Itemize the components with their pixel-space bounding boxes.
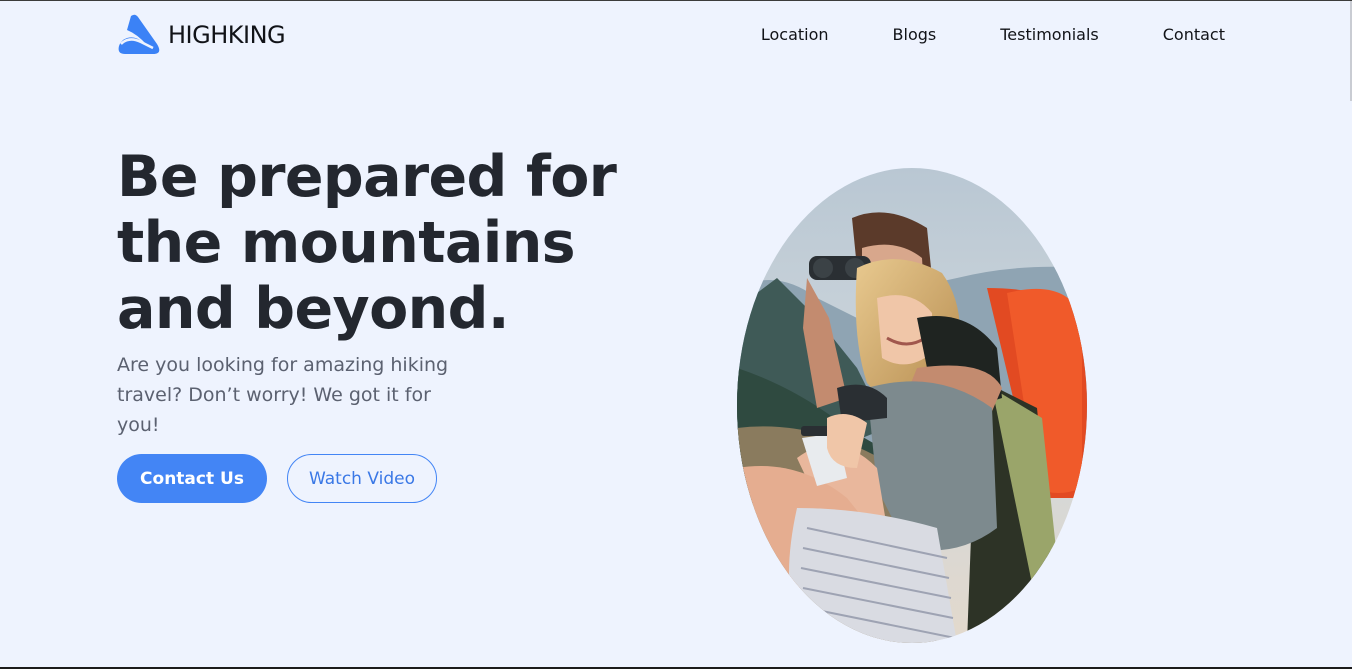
hero-photo <box>737 168 1087 643</box>
mountain-logo-icon <box>118 14 160 54</box>
contact-us-button[interactable]: Contact Us <box>117 454 267 503</box>
nav-link-location[interactable]: Location <box>761 25 829 44</box>
nav-link-contact[interactable]: Contact <box>1163 25 1225 44</box>
hero-actions: Contact Us Watch Video <box>117 454 437 503</box>
hero-subtitle: Are you looking for amazing hiking trave… <box>117 354 449 436</box>
nav-link-testimonials[interactable]: Testimonials <box>1000 25 1099 44</box>
watch-video-button[interactable]: Watch Video <box>287 454 437 503</box>
brand-name: HIGHKING <box>168 21 286 49</box>
site-header: HIGHKING Location Blogs Testimonials Con… <box>0 1 1352 71</box>
brand-logo[interactable]: HIGHKING <box>117 14 286 56</box>
nav-link-blogs[interactable]: Blogs <box>893 25 937 44</box>
hiking-couple-photo <box>737 168 1087 643</box>
hero-section: Be prepared for the mountains and beyond… <box>117 144 637 440</box>
landing-page: HIGHKING Location Blogs Testimonials Con… <box>0 0 1352 669</box>
main-nav: Location Blogs Testimonials Contact <box>761 25 1225 44</box>
hero-title: Be prepared for the mountains and beyond… <box>117 144 617 342</box>
